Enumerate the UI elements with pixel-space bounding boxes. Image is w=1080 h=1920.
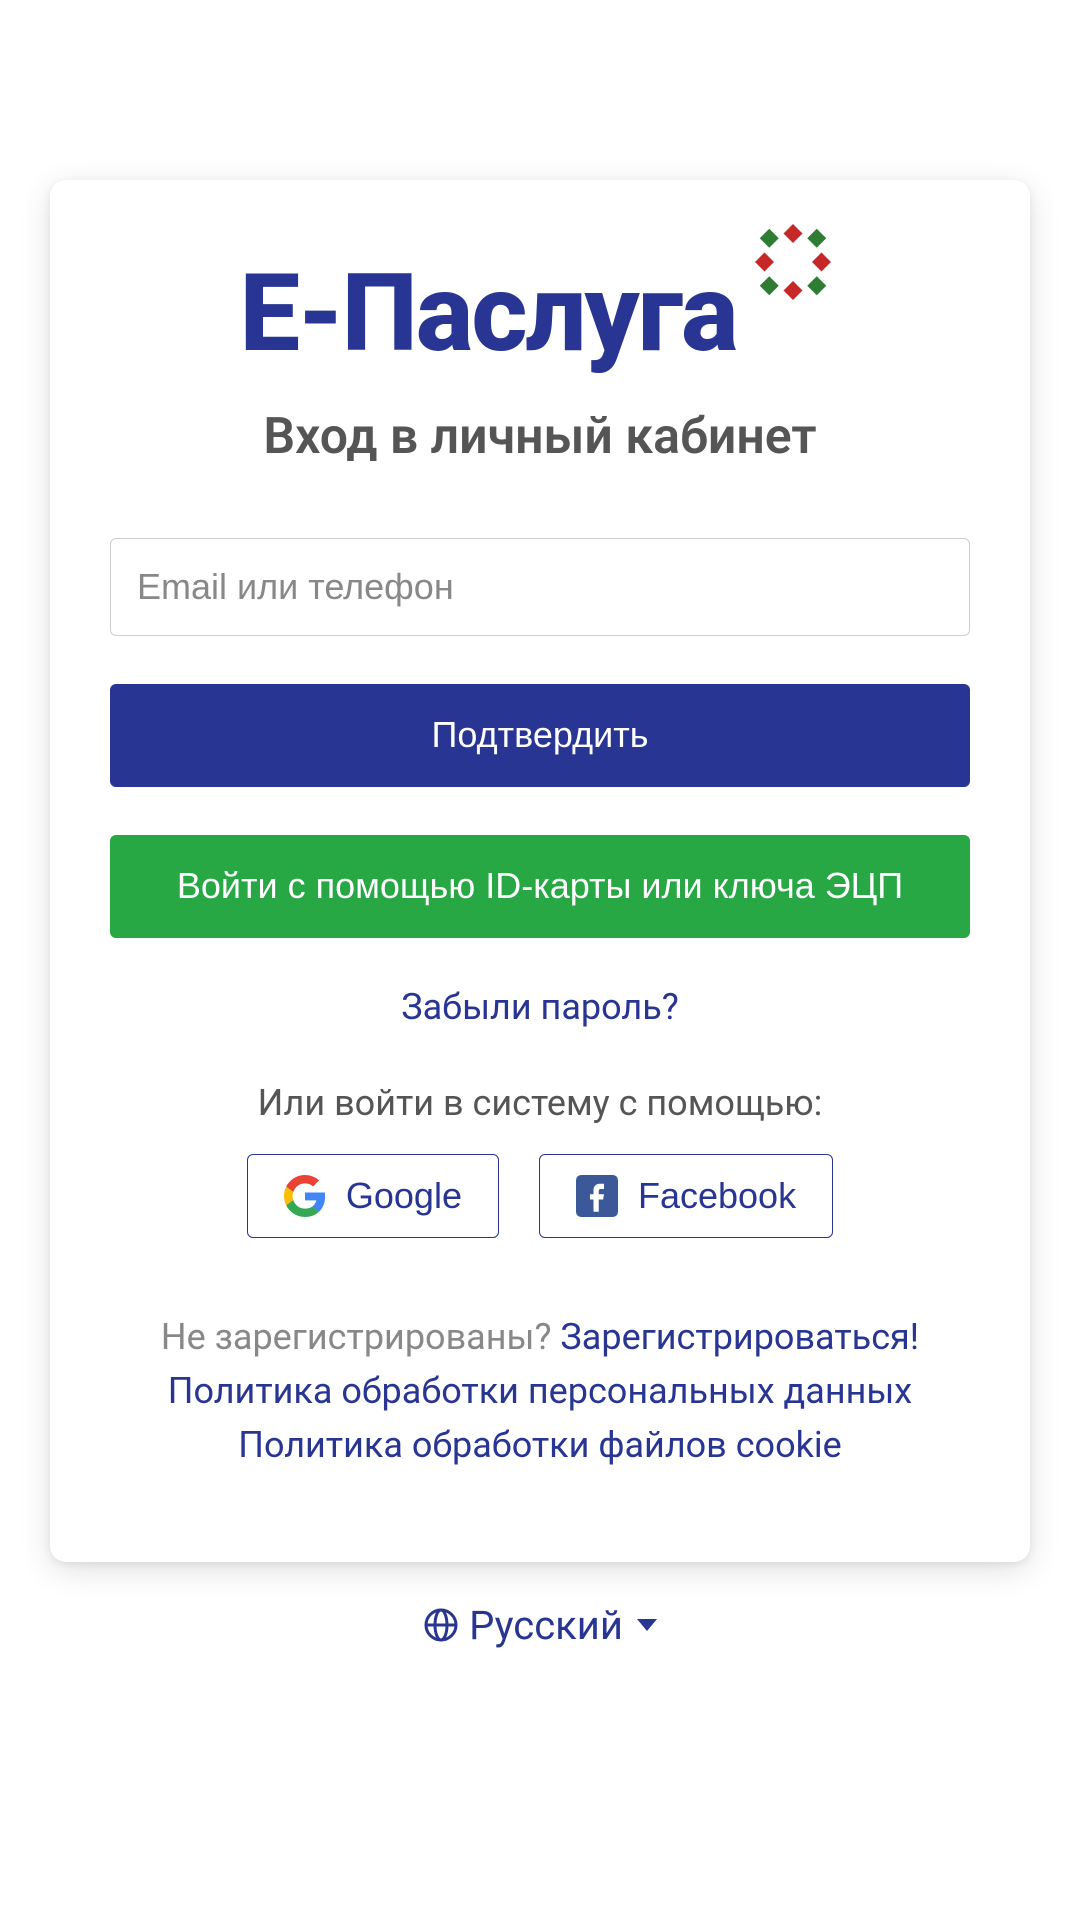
facebook-label: Facebook [638,1175,796,1217]
cookie-policy-link[interactable]: Политика обработки файлов cookie [238,1424,841,1466]
google-icon [284,1175,326,1217]
social-buttons-row: Google Facebook [247,1154,833,1238]
register-link[interactable]: Зарегистрироваться! [560,1316,919,1358]
logo-ornament-icon [745,214,841,310]
logo: Е-Паслуга [239,260,840,368]
google-login-button[interactable]: Google [247,1154,499,1238]
id-card-login-button[interactable]: Войти с помощью ID-карты или ключа ЭЦП [110,835,970,938]
language-switcher[interactable]: Русский [423,1602,657,1649]
login-card: Е-Паслуга Вход в личный кабинет Подтверд… [50,180,1030,1562]
register-prompt: Не зарегистрированы? [161,1316,560,1358]
google-label: Google [346,1175,462,1217]
login-input[interactable] [110,538,970,636]
forgot-password-link[interactable]: Забыли пароль? [401,986,679,1028]
page-title: Вход в личный кабинет [263,408,816,466]
submit-button[interactable]: Подтвердить [110,684,970,787]
facebook-icon [576,1175,618,1217]
globe-icon [423,1607,459,1643]
chevron-down-icon [637,1619,657,1631]
logo-text: Е-Паслуга [239,260,736,368]
social-login-label: Или войти в систему с помощью: [258,1082,823,1124]
language-current: Русский [469,1602,623,1649]
footer-links: Не зарегистрированы? Зарегистрироваться!… [161,1310,919,1472]
facebook-login-button[interactable]: Facebook [539,1154,833,1238]
privacy-policy-link[interactable]: Политика обработки персональных данных [168,1370,912,1412]
